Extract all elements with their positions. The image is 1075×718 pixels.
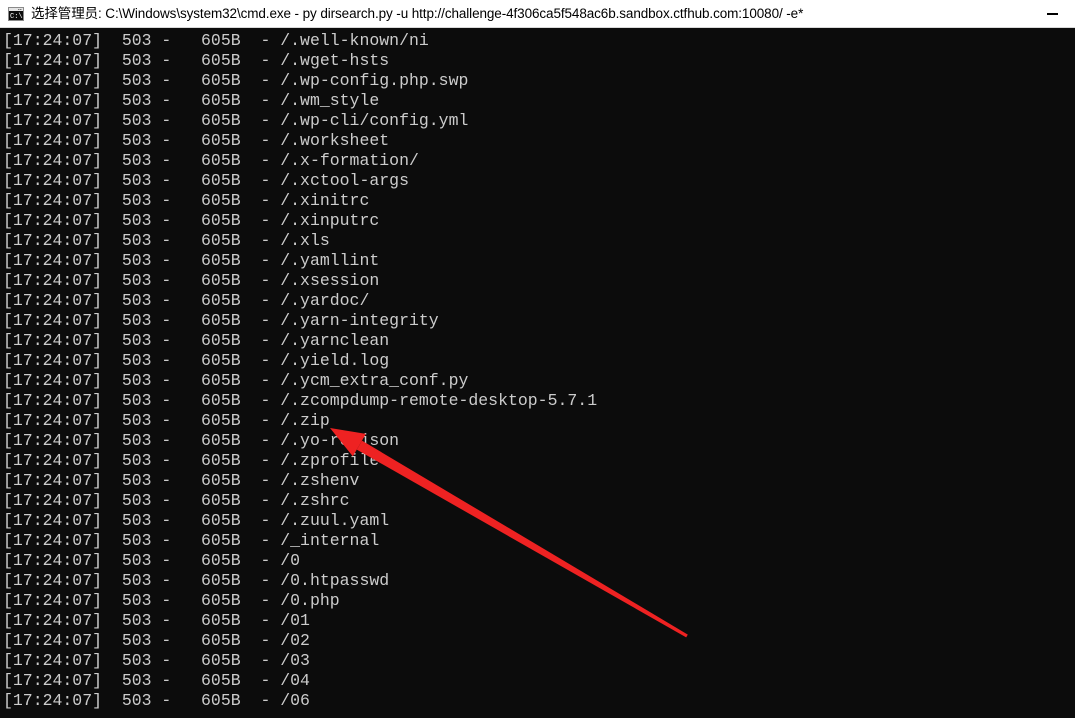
window-title: 选择管理员: C:\Windows\system32\cmd.exe - py … [31, 5, 804, 21]
terminal-line: [17:24:07] 503 - 605B - /.xctool-args [3, 171, 409, 190]
terminal-line: [17:24:07] 503 - 605B - /.yardoc/ [3, 291, 370, 310]
terminal-line: [17:24:07] 503 - 605B - /.zshenv [3, 471, 360, 490]
minimize-icon [1047, 13, 1058, 15]
terminal-line: [17:24:07] 503 - 605B - /.wget-hsts [3, 51, 390, 70]
terminal-line: [17:24:07] 503 - 605B - /.yamllint [3, 251, 380, 270]
terminal-line: [17:24:07] 503 - 605B - /.zip [3, 411, 330, 430]
svg-text:C:\: C:\ [10, 13, 23, 21]
terminal-line: [17:24:07] 503 - 605B - /.zshrc [3, 491, 350, 510]
cmd-console-icon: C:\ [8, 6, 24, 22]
terminal-line: [17:24:07] 503 - 605B - /0 [3, 551, 301, 570]
terminal-line: [17:24:07] 503 - 605B - /02 [3, 631, 310, 650]
terminal-line: [17:24:07] 503 - 605B - /.well-known/ni [3, 31, 429, 50]
terminal-line: [17:24:07] 503 - 605B - /06 [3, 691, 310, 710]
terminal-line: [17:24:07] 503 - 605B - /0.htpasswd [3, 571, 390, 590]
terminal-line: [17:24:07] 503 - 605B - /.ycm_extra_conf… [3, 371, 469, 390]
terminal-line: [17:24:07] 503 - 605B - /.xinputrc [3, 211, 380, 230]
terminal-line: [17:24:07] 503 - 605B - /.worksheet [3, 131, 390, 150]
terminal-line: [17:24:07] 503 - 605B - /.yield.log [3, 351, 390, 370]
terminal-line: [17:24:07] 503 - 605B - /.x-formation/ [3, 151, 419, 170]
terminal-line: [17:24:07] 503 - 605B - /_internal [3, 531, 380, 550]
terminal-line: [17:24:07] 503 - 605B - /.xsession [3, 271, 380, 290]
terminal-line: [17:24:07] 503 - 605B - /0.php [3, 591, 340, 610]
terminal-output[interactable]: [17:24:07] 503 - 605B - /.well-known/ni … [0, 29, 1075, 718]
terminal-line: [17:24:07] 503 - 605B - /01 [3, 611, 310, 630]
terminal-line: [17:24:07] 503 - 605B - /.zuul.yaml [3, 511, 390, 530]
terminal-line: [17:24:07] 503 - 605B - /.yarn-integrity [3, 311, 439, 330]
terminal-line: [17:24:07] 503 - 605B - /03 [3, 651, 310, 670]
window-controls [1030, 0, 1075, 28]
terminal-line: [17:24:07] 503 - 605B - /.zprofile [3, 451, 380, 470]
terminal-line: [17:24:07] 503 - 605B - /.zcompdump-remo… [3, 391, 598, 410]
terminal-line: [17:24:07] 503 - 605B - /04 [3, 671, 310, 690]
title-bar[interactable]: C:\ 选择管理员: C:\Windows\system32\cmd.exe -… [0, 0, 1075, 28]
terminal-line: [17:24:07] 503 - 605B - /.wm_style [3, 91, 380, 110]
console-window: C:\ 选择管理员: C:\Windows\system32\cmd.exe -… [0, 0, 1075, 718]
terminal-line: [17:24:07] 503 - 605B - /.wp-cli/config.… [3, 111, 469, 130]
minimize-button[interactable] [1030, 0, 1075, 28]
terminal-line: [17:24:07] 503 - 605B - /.xinitrc [3, 191, 370, 210]
terminal-line: [17:24:07] 503 - 605B - /.wp-config.php.… [3, 71, 469, 90]
terminal-line: [17:24:07] 503 - 605B - /.yo-rc.json [3, 431, 400, 450]
terminal-line: [17:24:07] 503 - 605B - /.yarnclean [3, 331, 390, 350]
terminal-line: [17:24:07] 503 - 605B - /.xls [3, 231, 330, 250]
